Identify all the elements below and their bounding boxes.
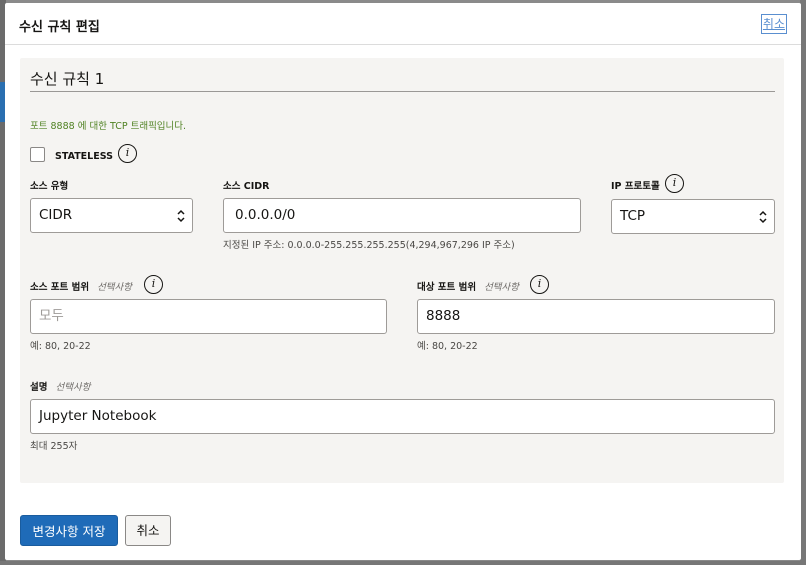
dialog-header: 수신 규칙 편집 취소: [5, 3, 801, 45]
save-changes-button[interactable]: 변경사항 저장: [20, 515, 118, 546]
source-port-info-icon[interactable]: i: [144, 275, 163, 294]
destination-port-range-help: 예: 80, 20-22: [417, 341, 478, 352]
source-port-range-help: 예: 80, 20-22: [30, 341, 91, 352]
backdrop-bottom: [0, 561, 806, 565]
header-cancel-link[interactable]: 취소: [760, 14, 787, 34]
source-type-label: 소스 유형: [30, 181, 69, 192]
source-type-select[interactable]: CIDR: [30, 198, 193, 233]
description-label-text: 설명: [30, 382, 48, 393]
cancel-button[interactable]: 취소: [125, 515, 171, 546]
rule-section-title: 수신 규칙 1: [30, 70, 105, 88]
dialog-footer: 변경사항 저장 취소: [5, 503, 801, 560]
ip-protocol-info-icon[interactable]: i: [665, 174, 684, 193]
destination-port-range-label-text: 대상 포트 범위: [417, 282, 477, 293]
ingress-rule-panel: 수신 규칙 1 포트 8888 에 대한 TCP 트래픽입니다. STATELE…: [20, 58, 784, 483]
dialog-title: 수신 규칙 편집: [19, 20, 100, 35]
ip-protocol-value: TCP: [620, 208, 646, 224]
rule-description-hint: 포트 8888 에 대한 TCP 트래픽입니다.: [30, 121, 187, 132]
stateless-checkbox[interactable]: [30, 147, 45, 162]
description-help: 최대 255자: [30, 441, 78, 452]
section-divider: [30, 91, 775, 92]
source-port-range-input[interactable]: 모두: [30, 299, 387, 334]
description-optional-label: 선택사항: [55, 382, 91, 393]
destination-port-range-input[interactable]: 8888: [417, 299, 775, 334]
source-cidr-label: 소스 CIDR: [223, 181, 270, 192]
source-port-range-label: 소스 포트 범위 선택사항: [30, 279, 132, 293]
source-port-optional-label: 선택사항: [97, 282, 133, 293]
source-port-range-label-text: 소스 포트 범위: [30, 282, 90, 293]
destination-port-range-label: 대상 포트 범위 선택사항: [417, 279, 519, 293]
description-label: 설명 선택사항: [30, 379, 90, 393]
ip-protocol-label: IP 프로토콜: [611, 181, 660, 192]
source-cidr-help: 지정된 IP 주소: 0.0.0.0-255.255.255.255(4,294…: [223, 240, 515, 251]
up-down-chevron-icon: [759, 210, 767, 224]
destination-port-optional-label: 선택사항: [484, 282, 520, 293]
ip-protocol-select[interactable]: TCP: [611, 199, 775, 234]
edit-ingress-rule-dialog: 수신 규칙 편집 취소 수신 규칙 1 포트 8888 에 대한 TCP 트래픽…: [5, 3, 801, 560]
source-cidr-input[interactable]: 0.0.0.0/0: [223, 198, 581, 233]
description-input[interactable]: Jupyter Notebook: [30, 399, 775, 434]
stateless-label: STATELESS: [55, 151, 113, 162]
source-type-value: CIDR: [39, 207, 73, 223]
stateless-info-icon[interactable]: i: [118, 144, 137, 163]
destination-port-info-icon[interactable]: i: [530, 275, 549, 294]
up-down-chevron-icon: [177, 209, 185, 223]
